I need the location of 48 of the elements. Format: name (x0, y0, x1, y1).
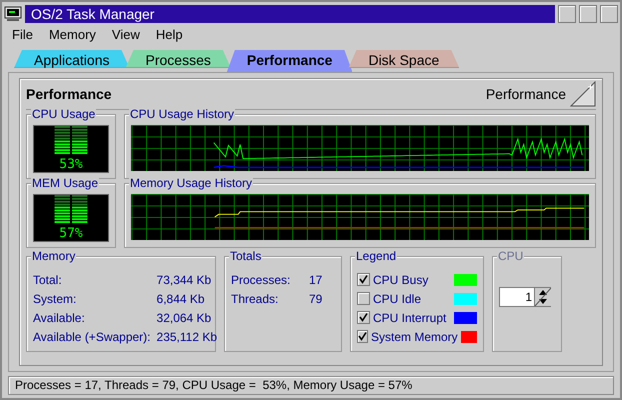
stat-value: 32,064 Kb (156, 311, 212, 325)
menu-item[interactable]: File (12, 27, 33, 43)
hide-button[interactable] (558, 5, 576, 23)
page-label: Performance (486, 86, 566, 102)
tab[interactable]: Performance (226, 50, 352, 72)
stat-label: System: (33, 292, 78, 306)
group-title: MEM Usage (31, 176, 100, 190)
stat-value: 73,344 Kb (156, 273, 212, 287)
memory-reading: 57% (59, 226, 83, 241)
checkbox[interactable] (357, 311, 370, 324)
checkbox[interactable] (357, 330, 368, 343)
group-title: CPU Usage (31, 107, 96, 121)
stat-label: Available (+Swapper): (33, 330, 151, 344)
stat-value: 6,844 Kb (156, 292, 206, 306)
group-title: Memory Usage History (129, 176, 254, 190)
window-title: OS/2 Task Manager (25, 5, 555, 23)
group-title: CPU (497, 249, 524, 263)
stat-label: Processes: (231, 273, 292, 287)
menu-item[interactable]: Help (156, 27, 183, 43)
tab[interactable]: Processes (126, 50, 231, 68)
page-heading: Performance (26, 86, 112, 102)
tab[interactable]: Applications (14, 50, 130, 68)
group-title: Memory (31, 249, 76, 263)
legend-label: System Memory (371, 330, 458, 344)
maximize-button[interactable] (600, 5, 618, 23)
group-title: CPU Usage History (129, 107, 236, 121)
checkbox[interactable] (357, 292, 370, 305)
legend-label: CPU Busy (373, 272, 428, 286)
stat-label: Threads: (231, 292, 280, 306)
checkbox[interactable] (357, 273, 370, 286)
status-bar: Processes = 17, Threads = 79, CPU Usage = 53%, Memory Usage = 57% (8, 376, 614, 395)
minimize-button[interactable] (579, 5, 597, 23)
tab[interactable]: Disk Space (348, 50, 460, 68)
page-corner-icon[interactable] (570, 81, 596, 107)
stat-label: Total: (33, 273, 63, 287)
legend-label: CPU Idle (373, 292, 422, 306)
menu-item[interactable]: View (112, 27, 140, 43)
stat-value: 235,112 Kb (156, 330, 218, 344)
stat-label: Available: (33, 311, 86, 325)
monitor-icon (4, 6, 22, 22)
stat-value: 79 (309, 292, 324, 306)
group-title: Totals (229, 249, 262, 263)
stat-value: 17 (309, 273, 324, 287)
spin-arrows-icon[interactable] (535, 288, 551, 306)
menu-item[interactable]: Memory (48, 27, 96, 43)
group-title: Legend (355, 249, 398, 263)
legend-label: CPU Interrupt (373, 310, 446, 324)
cpu-reading: 53% (59, 157, 83, 172)
